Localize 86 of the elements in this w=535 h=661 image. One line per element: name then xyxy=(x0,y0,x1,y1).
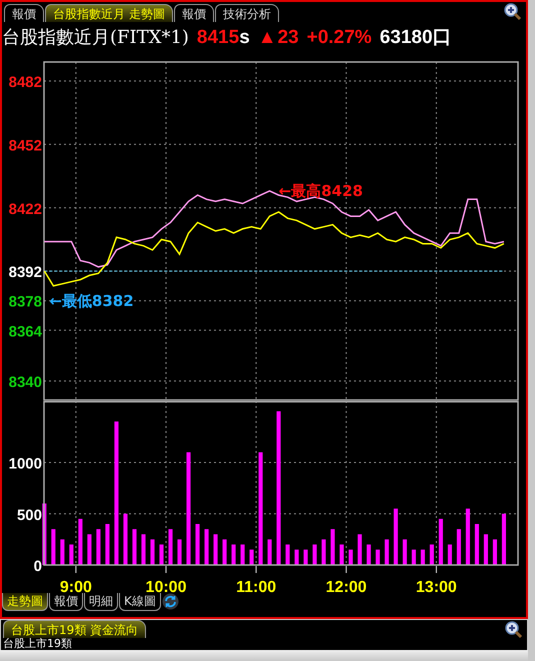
volume-bar xyxy=(474,524,479,565)
last-price: 8415 xyxy=(196,27,240,49)
zoom-in-icon[interactable] xyxy=(504,3,522,21)
volume-bar xyxy=(456,529,461,565)
volume-bar xyxy=(492,539,497,565)
volume-bar xyxy=(123,514,128,565)
price-change: 23 xyxy=(278,27,299,49)
high-price-label: ←最高8428 xyxy=(278,182,363,200)
volume-bar xyxy=(438,518,443,565)
axis-label: 0 xyxy=(34,558,42,575)
axis-label: 8392 xyxy=(8,264,42,282)
volume-bar xyxy=(348,550,353,565)
volume-bar xyxy=(250,550,254,565)
volume-bar xyxy=(132,529,137,565)
time-label: 10:00 xyxy=(146,579,186,593)
volume-bar xyxy=(214,534,218,565)
axis-label: 500 xyxy=(16,506,42,524)
view-tab[interactable]: 走勢圖 xyxy=(2,593,48,611)
volume-bar xyxy=(448,544,452,565)
axis-label: 1000 xyxy=(8,456,42,472)
volume-bar xyxy=(150,539,155,565)
volume-bar xyxy=(232,544,236,565)
refresh-icon[interactable] xyxy=(162,593,179,610)
change-arrow: ▲ xyxy=(258,27,277,49)
axis-label: 8482 xyxy=(8,74,42,91)
volume-bar xyxy=(51,529,56,565)
chart-tab[interactable]: 技術分析 xyxy=(214,4,279,22)
view-tab[interactable]: K線圖 xyxy=(119,593,161,611)
volume-bar xyxy=(466,508,470,565)
volume-bar xyxy=(196,524,200,565)
volume-bar xyxy=(204,529,209,565)
volume-bar xyxy=(168,529,173,565)
instrument-name: 台股指數近月(FITX*1) xyxy=(2,26,189,49)
volume-bar xyxy=(42,504,46,565)
volume-bar xyxy=(366,544,371,565)
volume-bar xyxy=(340,544,344,565)
axis-label: 8422 xyxy=(8,200,42,218)
volume-bar xyxy=(358,534,362,565)
volume-bar xyxy=(420,550,425,565)
panel-heading: 台股上市19類 xyxy=(2,638,73,650)
time-label: 13:00 xyxy=(416,579,457,593)
volume-bar xyxy=(60,539,64,565)
volume-bar xyxy=(268,539,272,565)
volume-bar xyxy=(304,550,308,565)
scrollbar[interactable] xyxy=(528,0,535,661)
volume-bar xyxy=(322,539,326,565)
volume-bar xyxy=(502,514,506,565)
volume-bar xyxy=(312,544,317,565)
volume-bar xyxy=(330,529,335,565)
chart-tab[interactable]: 報價 xyxy=(4,4,44,22)
time-label: 11:00 xyxy=(236,579,276,593)
view-tab[interactable]: 明細 xyxy=(84,593,118,611)
view-tab[interactable]: 報價 xyxy=(49,593,83,611)
axis-label: 8452 xyxy=(8,137,42,154)
volume-bar xyxy=(78,518,82,565)
price-suffix: s xyxy=(239,27,250,49)
volume-bar xyxy=(430,544,434,565)
volume-bar xyxy=(141,534,146,565)
volume-bar xyxy=(177,539,182,565)
chart-tab[interactable]: 台股指數近月 走勢圖 xyxy=(45,4,173,22)
volume-bar xyxy=(286,544,290,565)
axis-label: 8340 xyxy=(8,374,42,391)
panel-tab[interactable]: 台股上市19類 資金流向 xyxy=(3,620,146,638)
volume-bar xyxy=(384,539,389,565)
axis-label: 8364 xyxy=(8,323,42,340)
volume-bar xyxy=(402,539,407,565)
low-price-label: ←最低8382 xyxy=(49,292,134,310)
volume-bar xyxy=(69,544,74,565)
volume-bar xyxy=(105,524,110,565)
total-volume: 63180口 xyxy=(380,26,452,50)
volume-bar xyxy=(376,550,380,565)
volume-bar xyxy=(96,529,100,565)
volume-bar xyxy=(412,550,416,565)
axis-label: 8378 xyxy=(8,294,42,311)
volume-bar xyxy=(294,550,299,565)
volume-bar xyxy=(159,544,164,565)
volume-bar xyxy=(240,544,245,565)
time-label: 9:00 xyxy=(60,579,92,593)
volume-bar xyxy=(394,508,398,565)
volume-bar xyxy=(87,534,92,565)
volume-bar xyxy=(222,539,227,565)
zoom-in-icon[interactable] xyxy=(505,621,523,639)
time-label: 12:00 xyxy=(326,579,367,593)
chart-tab[interactable]: 報價 xyxy=(174,4,214,22)
change-percent: +0.27% xyxy=(306,27,372,49)
volume-bar xyxy=(484,534,488,565)
